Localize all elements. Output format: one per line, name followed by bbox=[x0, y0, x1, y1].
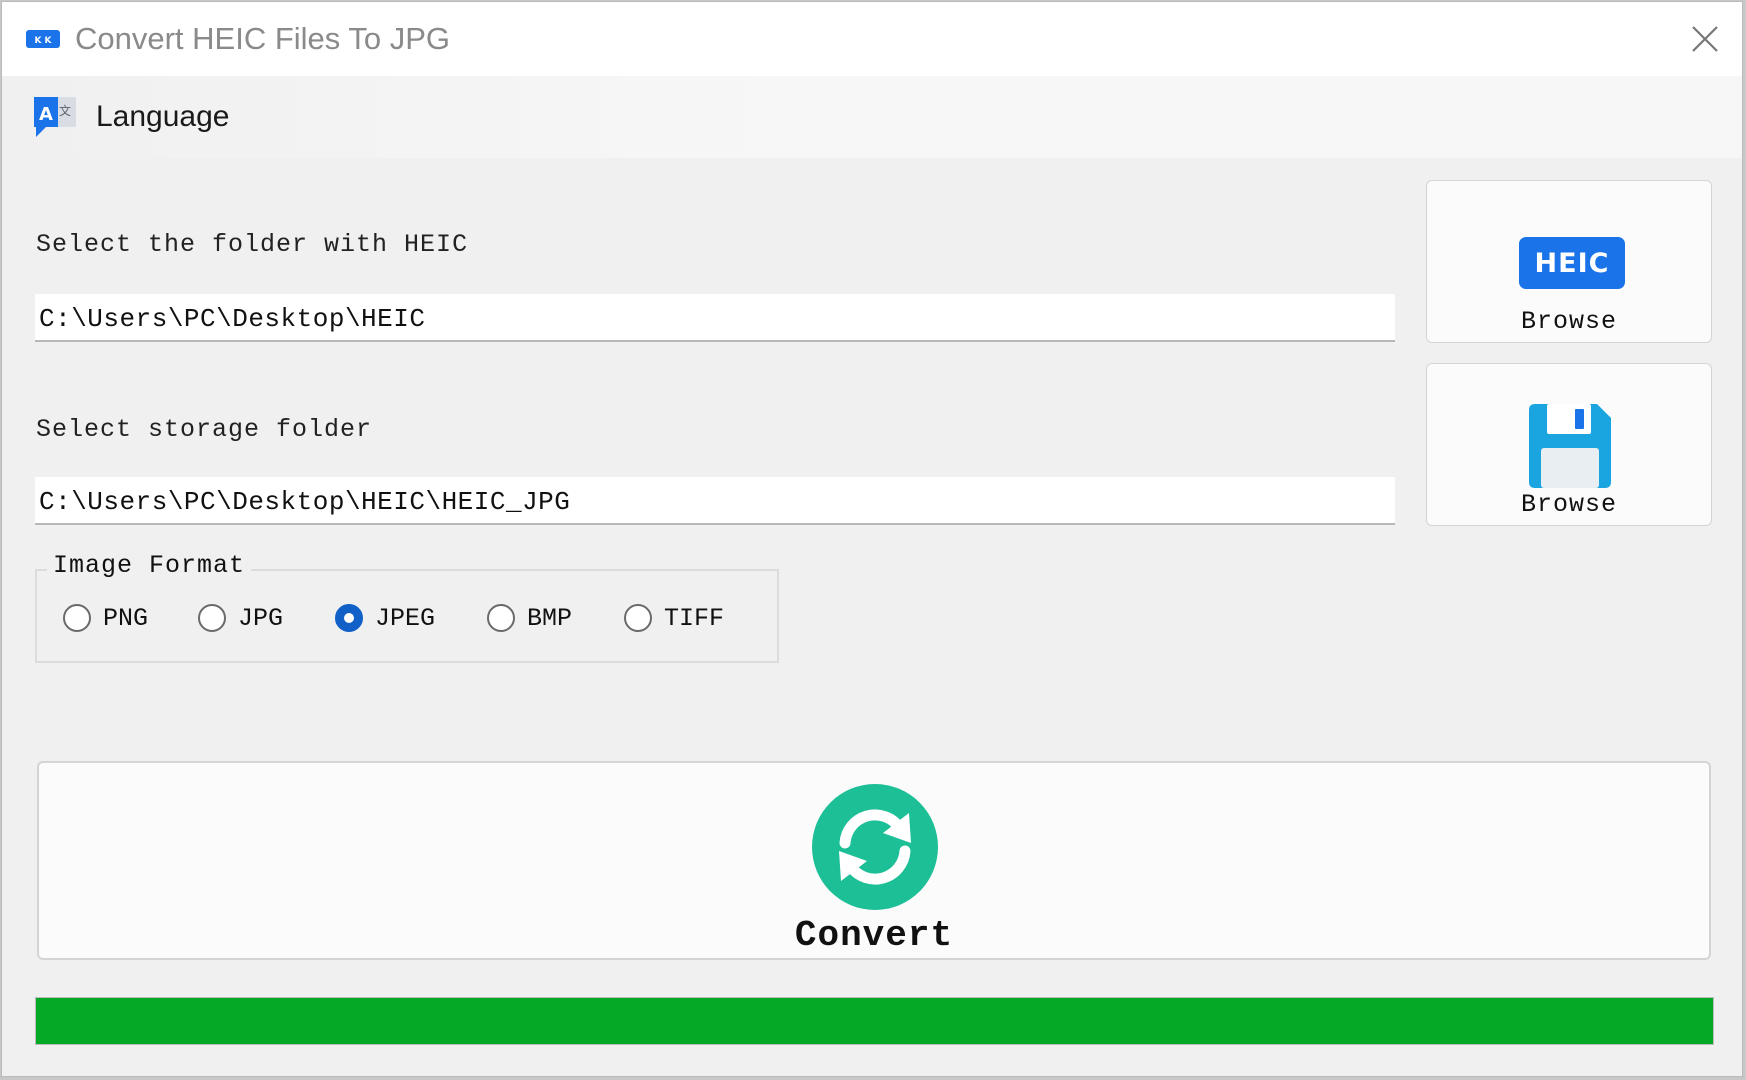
convert-button[interactable]: Convert bbox=[37, 761, 1711, 960]
svg-text:文: 文 bbox=[59, 103, 71, 118]
svg-text:A: A bbox=[39, 104, 53, 125]
radio-png-circle[interactable] bbox=[63, 604, 91, 632]
browse-heic-button[interactable]: HEIC Browse bbox=[1426, 180, 1712, 343]
progress-bar-fill bbox=[36, 998, 1713, 1044]
image-format-legend: Image Format bbox=[47, 551, 252, 580]
storage-folder-label: Select storage folder bbox=[36, 415, 373, 444]
browse-heic-label: Browse bbox=[1520, 307, 1617, 336]
source-folder-input[interactable] bbox=[35, 294, 1395, 342]
radio-jpg-circle[interactable] bbox=[198, 604, 226, 632]
radio-tiff[interactable]: TIFF bbox=[624, 601, 724, 635]
radio-jpeg[interactable]: JPEG bbox=[335, 601, 435, 635]
image-format-group: Image Format PNG JPG JPEG BMP TIFF bbox=[35, 551, 779, 663]
translate-icon: 文 A bbox=[34, 97, 76, 137]
radio-bmp[interactable]: BMP bbox=[487, 601, 572, 635]
radio-bmp-circle[interactable] bbox=[487, 604, 515, 632]
heic-file-icon: HEIC bbox=[1519, 237, 1625, 289]
menu-bar: 文 A Language bbox=[2, 76, 1742, 158]
radio-tiff-label: TIFF bbox=[664, 603, 725, 633]
language-label: Language bbox=[96, 100, 230, 133]
close-icon bbox=[1692, 26, 1718, 52]
radio-jpg-label: JPG bbox=[238, 603, 284, 633]
radio-jpeg-label: JPEG bbox=[375, 603, 436, 633]
svg-text:K K: K K bbox=[34, 36, 52, 46]
floppy-disk-icon bbox=[1529, 404, 1611, 488]
browse-storage-button[interactable]: Browse bbox=[1426, 363, 1712, 526]
app-window: K K Convert HEIC Files To JPG 文 A Langua… bbox=[1, 1, 1743, 1077]
refresh-icon bbox=[812, 784, 938, 910]
radio-tiff-circle[interactable] bbox=[624, 604, 652, 632]
window-title: Convert HEIC Files To JPG bbox=[75, 21, 450, 56]
language-menu-item[interactable]: 文 A Language bbox=[32, 92, 229, 142]
radio-jpg[interactable]: JPG bbox=[198, 601, 283, 635]
radio-bmp-label: BMP bbox=[527, 603, 573, 633]
title-bar: K K Convert HEIC Files To JPG bbox=[2, 2, 1742, 76]
radio-png[interactable]: PNG bbox=[63, 601, 148, 635]
radio-jpeg-circle[interactable] bbox=[335, 604, 363, 632]
browse-storage-label: Browse bbox=[1520, 490, 1617, 519]
radio-png-label: PNG bbox=[103, 603, 149, 633]
source-folder-label: Select the folder with HEIC bbox=[36, 230, 469, 259]
app-logo-icon: K K bbox=[26, 30, 60, 48]
progress-bar bbox=[35, 997, 1714, 1045]
storage-folder-input[interactable] bbox=[35, 477, 1395, 525]
close-button[interactable] bbox=[1680, 16, 1730, 62]
convert-label: Convert bbox=[794, 915, 954, 956]
